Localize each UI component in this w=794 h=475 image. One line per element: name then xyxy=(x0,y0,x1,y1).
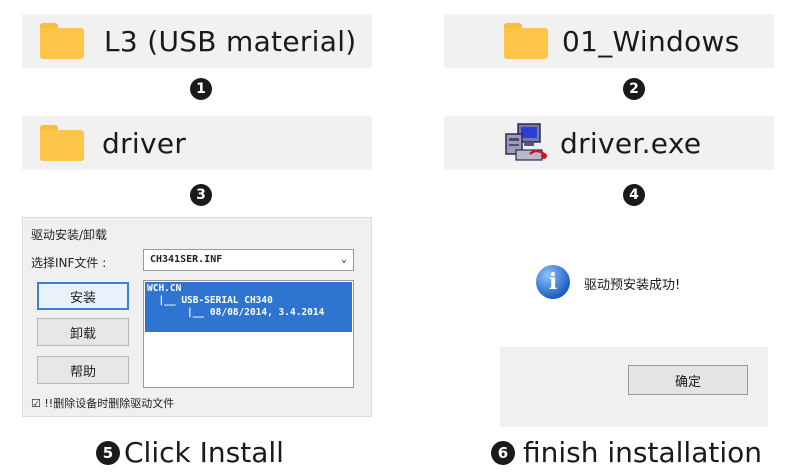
uninstall-button-label: 卸载 xyxy=(69,326,96,342)
help-button[interactable]: 帮助 xyxy=(37,356,129,384)
list-line: |__ USB-SERIAL CH340 xyxy=(147,295,273,306)
step-5-caption-text: Click Install xyxy=(124,436,284,469)
step-6-number: 6 xyxy=(491,440,515,465)
checkbox-label: !!删除设备时删除驱动文件 xyxy=(44,397,175,410)
step-3-label: driver xyxy=(102,126,187,160)
folder-icon xyxy=(40,23,84,59)
step-1-number: 1 xyxy=(190,78,212,100)
uninstall-button[interactable]: 卸载 xyxy=(37,318,129,346)
folder-icon xyxy=(504,23,548,59)
info-icon: i xyxy=(536,265,570,299)
step-3-number: 3 xyxy=(190,184,212,206)
folder-icon xyxy=(40,125,84,161)
step-5-caption: 5 Click Install xyxy=(96,436,284,469)
install-button-label: 安装 xyxy=(69,290,96,306)
step-4-number: 4 xyxy=(623,184,645,206)
inf-file-select[interactable]: CH341SER.INF ⌄ xyxy=(143,249,354,271)
list-line: WCH.CN xyxy=(147,283,182,294)
step-4-exe-row[interactable]: driver.exe xyxy=(444,116,774,170)
driver-list[interactable]: WCH.CN |__ USB-SERIAL CH340 |__ 08/08/20… xyxy=(143,280,354,388)
step-6-caption: 6 finish installation xyxy=(491,436,762,469)
step-3-folder-row[interactable]: driver xyxy=(22,116,372,170)
dialog-footer: 确定 xyxy=(500,347,768,427)
driver-install-dialog: 驱动安装/卸载 选择INF文件 : CH341SER.INF ⌄ 安装 卸载 帮… xyxy=(22,217,372,417)
step-6-caption-text: finish installation xyxy=(523,436,762,469)
success-message: 驱动预安装成功! xyxy=(584,278,681,293)
step-4-label: driver.exe xyxy=(560,126,702,160)
step-2-label: 01_Windows xyxy=(562,24,740,58)
ok-button-label: 确定 xyxy=(674,374,701,390)
checkbox[interactable]: ☑ xyxy=(31,397,41,410)
step-2-number: 2 xyxy=(623,78,645,100)
group-title: 驱动安装/卸载 xyxy=(31,228,108,242)
help-button-label: 帮助 xyxy=(69,364,96,380)
inf-file-value: CH341SER.INF xyxy=(150,254,223,265)
step-2-folder-row[interactable]: 01_Windows xyxy=(444,14,774,68)
step-5-number: 5 xyxy=(96,440,120,465)
driver-list-selected-item[interactable]: WCH.CN |__ USB-SERIAL CH340 |__ 08/08/20… xyxy=(145,282,352,332)
delete-driver-checkbox-row[interactable]: ☑ !!删除设备时删除驱动文件 xyxy=(31,395,174,411)
ok-button[interactable]: 确定 xyxy=(628,365,748,395)
success-dialog: i 驱动预安装成功! 确定 xyxy=(500,217,768,427)
install-button[interactable]: 安装 xyxy=(37,282,129,310)
chevron-down-icon: ⌄ xyxy=(340,254,347,265)
inf-file-label: 选择INF文件 : xyxy=(31,256,107,270)
step-1-folder-row[interactable]: L3 (USB material) xyxy=(22,14,372,68)
step-1-label: L3 (USB material) xyxy=(104,24,357,58)
list-line: |__ 08/08/2014, 3.4.2014 xyxy=(147,307,325,318)
exe-icon xyxy=(505,123,547,161)
